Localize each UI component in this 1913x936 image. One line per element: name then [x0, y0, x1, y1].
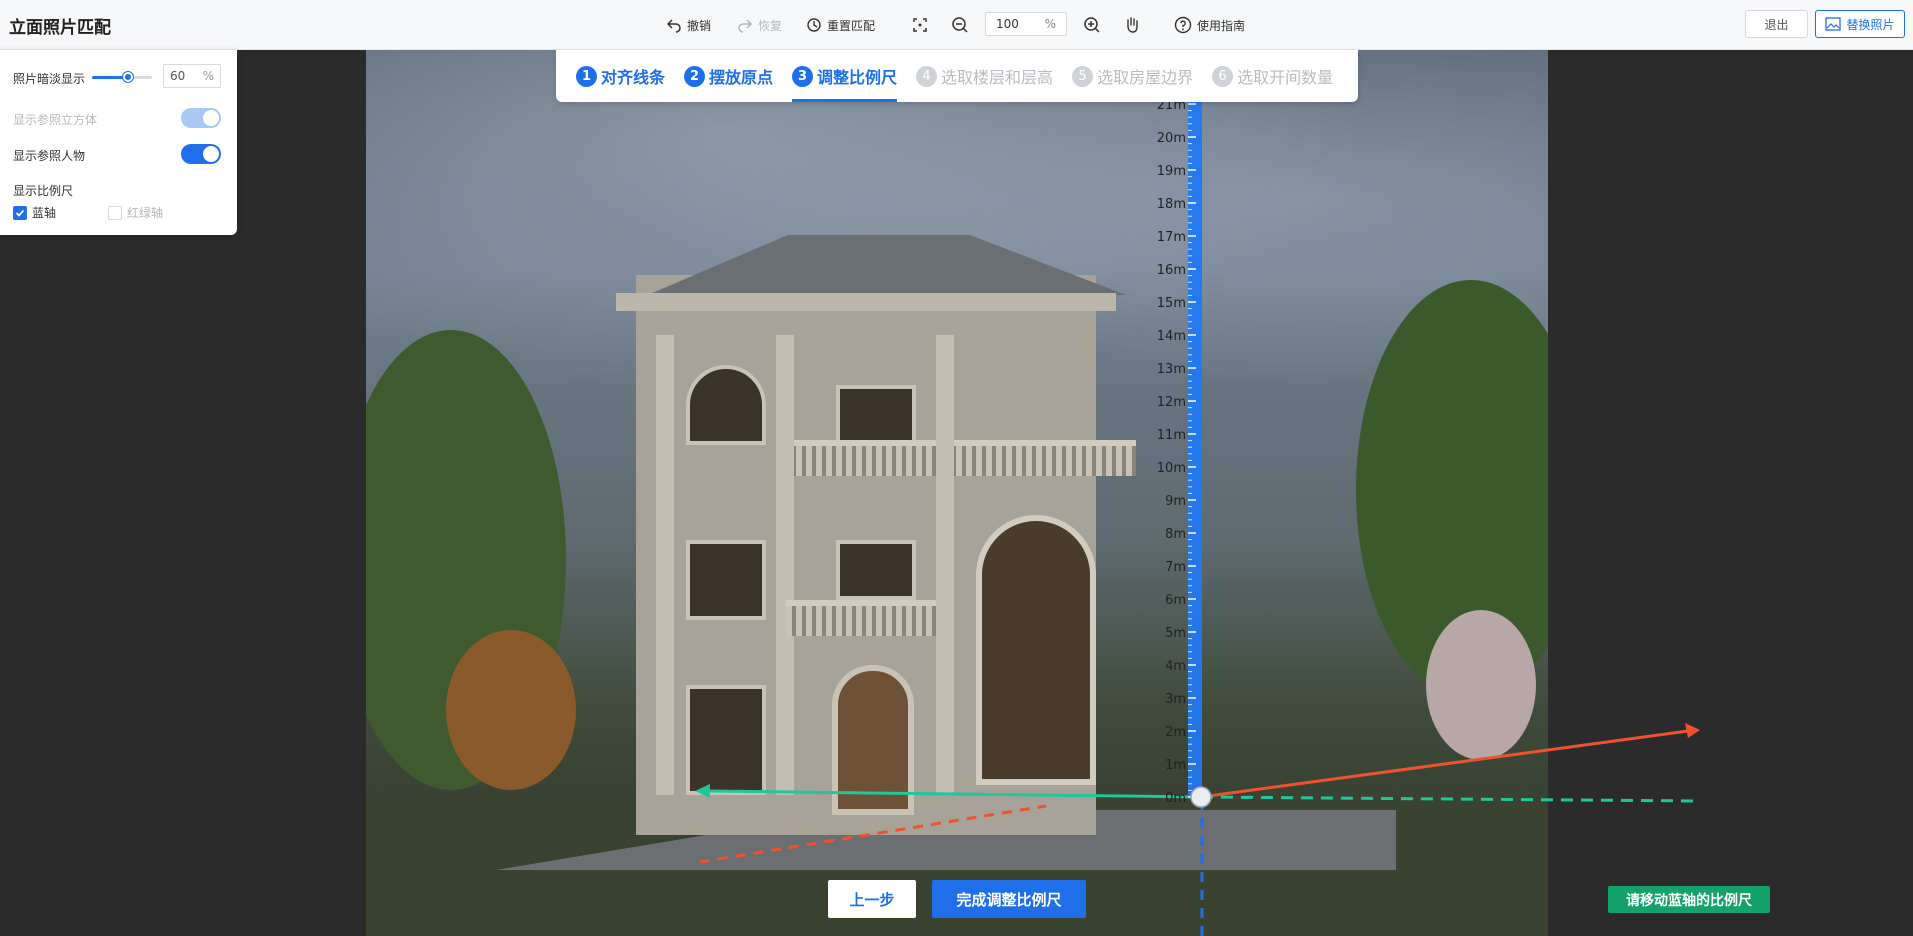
replace-photo-button[interactable]: 替换照片: [1815, 10, 1905, 38]
balcony: [786, 600, 936, 636]
reset-match-button[interactable]: 重置匹配: [806, 14, 875, 36]
photo-fade-unit: %: [202, 69, 214, 83]
zoom-out-icon: [952, 17, 968, 33]
finish-scale-button[interactable]: 完成调整比例尺: [932, 880, 1086, 918]
check-icon: [15, 209, 25, 217]
zoom-in-icon: [1084, 17, 1100, 33]
show-person-label: 显示参照人物: [13, 149, 86, 163]
photo-canvas[interactable]: [366, 50, 1548, 936]
show-cube-toggle[interactable]: [181, 108, 221, 128]
redo-label: 恢复: [758, 18, 783, 33]
user-guide-label: 使用指南: [1197, 18, 1246, 33]
red-green-axis-checkbox[interactable]: 红绿轴: [108, 204, 163, 221]
undo-button[interactable]: 撤销: [666, 14, 711, 36]
undo-label: 撤销: [687, 18, 712, 33]
fit-screen-icon: [913, 18, 927, 32]
step-label: 摆放原点: [709, 68, 774, 87]
red-axis-arrow: [1685, 723, 1700, 738]
tree-blossom: [1426, 610, 1536, 760]
photo-fade-value: 60: [170, 69, 186, 83]
photo-fade-input[interactable]: 60 %: [163, 64, 221, 88]
step-label: 选取楼层和层高: [941, 68, 1054, 87]
front-door: [832, 665, 914, 815]
step-progress-bar: 1 对齐线条 2 摆放原点 3 调整比例尺 4 选取楼层和层高 5 选取房屋边界 6 选取开…: [556, 50, 1358, 102]
villa-building: [616, 235, 1136, 835]
step-number: 3: [792, 65, 814, 87]
app-title: 立面照片匹配: [9, 18, 111, 38]
tree-autumn: [446, 630, 576, 790]
redo-button[interactable]: 恢复: [737, 14, 782, 36]
photo-fade-label: 照片暗淡显示: [13, 72, 86, 86]
window: [836, 540, 916, 600]
window: [686, 365, 766, 445]
window: [686, 540, 766, 620]
step-place-origin[interactable]: 2 摆放原点: [684, 50, 773, 102]
blue-axis-checkbox[interactable]: 蓝轴: [13, 204, 56, 221]
step-number: 4: [916, 65, 938, 87]
column: [656, 335, 674, 795]
checkbox-checked: [13, 205, 27, 220]
show-cube-label: 显示参照立方体: [13, 113, 98, 127]
step-adjust-scale[interactable]: 3 调整比例尺: [792, 50, 898, 102]
step-boundary: 5 选取房屋边界: [1072, 50, 1193, 102]
hand-icon: [1127, 17, 1138, 33]
blue-axis-label: 蓝轴: [32, 206, 57, 220]
balcony: [936, 440, 1136, 476]
checkbox-unchecked: [108, 205, 122, 220]
replace-photo-label: 替换照片: [1846, 17, 1895, 32]
column: [776, 335, 794, 795]
step-number: 2: [684, 65, 706, 87]
image-icon: [1825, 17, 1842, 31]
step-label: 对齐线条: [601, 68, 666, 87]
step-number: 5: [1072, 65, 1094, 87]
undo-icon: [666, 19, 681, 33]
arched-window: [976, 515, 1096, 785]
help-icon: [1174, 16, 1192, 34]
column: [936, 335, 954, 795]
step-floors: 4 选取楼层和层高: [916, 50, 1053, 102]
step-label: 选取开间数量: [1237, 68, 1334, 87]
show-person-toggle[interactable]: [181, 144, 221, 164]
step-align-lines[interactable]: 1 对齐线条: [576, 50, 665, 102]
display-settings-panel: 照片暗淡显示 60 % 显示参照立方体 显示参照人物 显示比例尺 蓝轴 红绿轴: [0, 50, 237, 235]
show-scale-label: 显示比例尺: [13, 184, 74, 198]
fit-screen-button[interactable]: [912, 14, 933, 36]
top-toolbar: 立面照片匹配 撤销 恢复 重置匹配 100 % 使用指南 退出 替换照片: [0, 0, 1913, 50]
zoom-value: 100: [996, 17, 1019, 31]
zoom-in-button[interactable]: [1083, 14, 1106, 36]
history-icon: [807, 18, 821, 32]
previous-step-button[interactable]: 上一步: [828, 880, 916, 918]
step-bays: 6 选取开间数量: [1212, 50, 1333, 102]
step-number: 6: [1212, 65, 1234, 87]
photo-fade-slider[interactable]: [92, 72, 152, 82]
zoom-input[interactable]: 100 %: [985, 12, 1067, 36]
slider-knob[interactable]: [123, 72, 133, 82]
redo-icon: [738, 19, 753, 33]
reset-match-label: 重置匹配: [827, 18, 876, 33]
window: [686, 685, 766, 795]
step-number: 1: [576, 65, 597, 87]
exit-button[interactable]: 退出: [1745, 10, 1808, 38]
zoom-out-button[interactable]: [951, 14, 974, 36]
cornice: [616, 293, 1116, 311]
step-label: 调整比例尺: [817, 68, 898, 87]
zoom-unit: %: [1044, 17, 1056, 31]
hint-badge: 请移动蓝轴的比例尺: [1608, 886, 1770, 913]
pan-hand-button[interactable]: [1123, 14, 1146, 36]
step-label: 选取房屋边界: [1097, 68, 1194, 87]
red-green-axis-label: 红绿轴: [127, 206, 164, 220]
user-guide-button[interactable]: 使用指南: [1174, 14, 1245, 36]
